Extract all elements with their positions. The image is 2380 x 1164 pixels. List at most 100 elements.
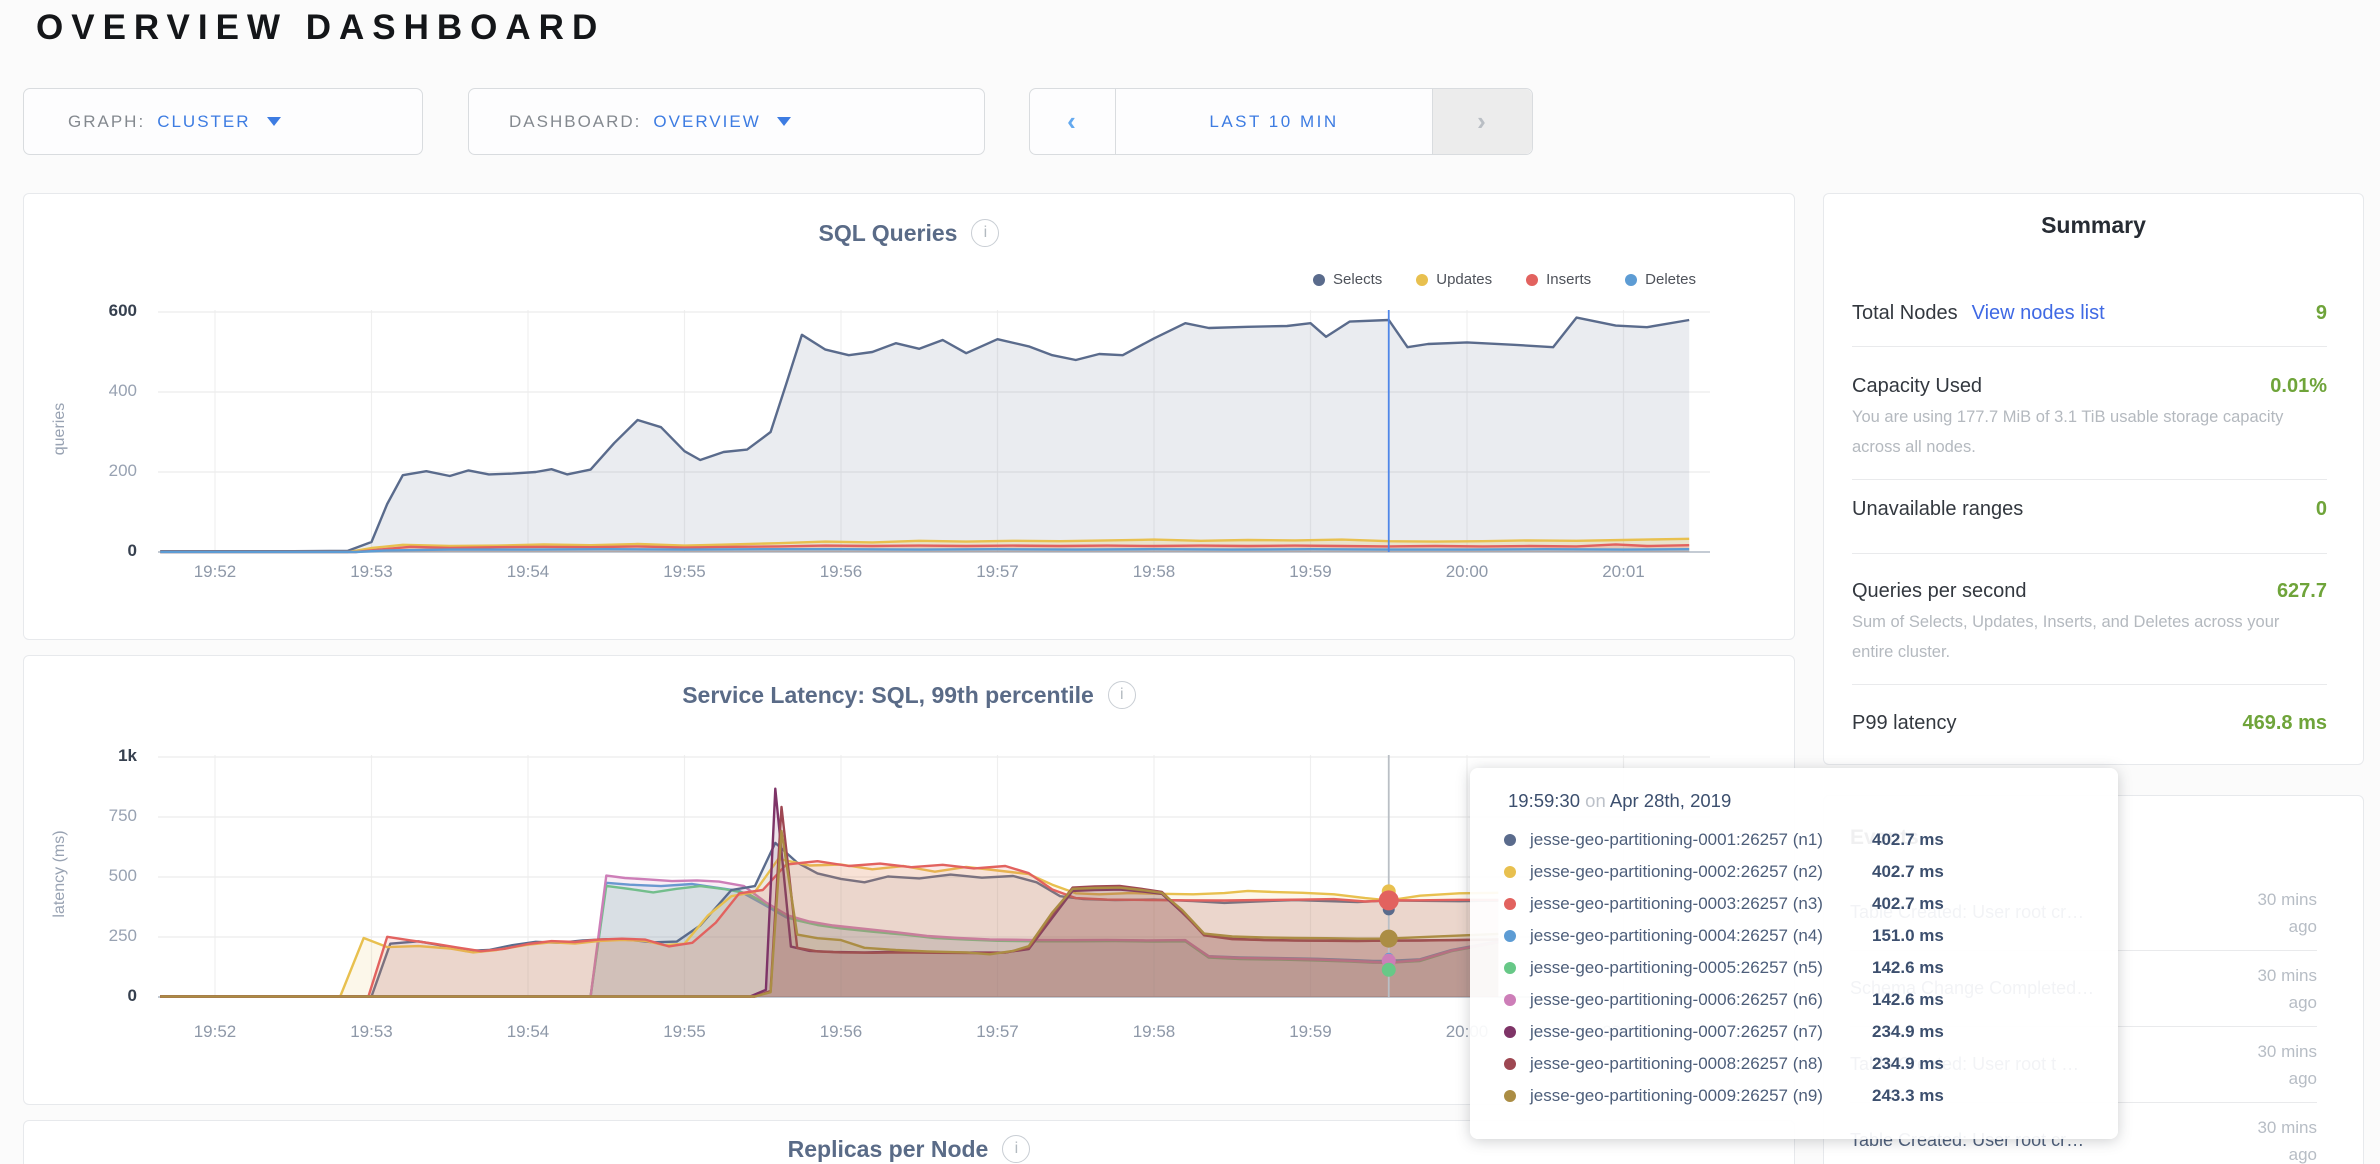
legend-item-selects[interactable]: Selects [1313, 271, 1382, 288]
node-name: jesse-geo-partitioning-0003:26257 (n3) [1530, 894, 1860, 914]
legend-dot-icon [1313, 274, 1325, 286]
tooltip-node-row: jesse-geo-partitioning-0002:26257 (n2) 40… [1504, 856, 2098, 888]
node-latency-value: 402.7 ms [1872, 830, 1944, 850]
legend-item-inserts[interactable]: Inserts [1526, 271, 1591, 288]
service-latency-title-row: Service Latency: SQL, 99th percentile i [24, 681, 1794, 709]
dashboard-dropdown-label: DASHBOARD: [509, 112, 641, 132]
x-axis-tick: 20:00 [1422, 562, 1512, 582]
legend-item-deletes[interactable]: Deletes [1625, 271, 1696, 288]
x-axis-tick: 19:53 [327, 1022, 417, 1042]
y-axis-tick: 500 [57, 866, 137, 886]
y-axis-tick: 400 [57, 381, 137, 401]
node-latency-value: 402.7 ms [1872, 894, 1944, 914]
y-axis-label: queries [51, 379, 69, 479]
node-latency-value: 402.7 ms [1872, 862, 1944, 882]
event-timestamp: 30 minsago [2257, 1038, 2317, 1092]
x-axis-tick: 19:52 [170, 1022, 260, 1042]
node-color-dot-icon [1504, 994, 1516, 1006]
x-axis-tick: 20:01 [1579, 562, 1669, 582]
legend-label: Inserts [1546, 271, 1591, 288]
info-icon[interactable]: i [1002, 1135, 1030, 1163]
legend-dot-icon [1526, 274, 1538, 286]
sql-queries-plot[interactable] [158, 310, 1710, 558]
view-nodes-list-link[interactable]: View nodes list [1972, 302, 2105, 325]
time-range-value[interactable]: LAST 10 MIN [1116, 89, 1432, 154]
page-title: OVERVIEW DASHBOARD [36, 8, 605, 48]
x-axis-tick: 19:59 [1266, 562, 1356, 582]
node-latency-value: 234.9 ms [1872, 1022, 1944, 1042]
legend-label: Selects [1333, 271, 1382, 288]
chevron-left-icon: ‹ [1067, 106, 1078, 137]
node-name: jesse-geo-partitioning-0001:26257 (n1) [1530, 830, 1860, 850]
capacity-used-value: 0.01% [2270, 375, 2327, 398]
qps-desc: Sum of Selects, Updates, Inserts, and De… [1852, 607, 2322, 667]
x-axis-tick: 19:56 [796, 1022, 886, 1042]
divider [1852, 346, 2327, 347]
y-axis-tick: 750 [57, 806, 137, 826]
chevron-down-icon [267, 117, 281, 126]
qps-value: 627.7 [2277, 580, 2327, 603]
summary-row-qps: Queries per second 627.7 [1852, 571, 2327, 611]
x-axis-tick: 19:54 [483, 562, 573, 582]
p99-latency-value: 469.8 ms [2242, 712, 2327, 735]
node-name: jesse-geo-partitioning-0009:26257 (n9) [1530, 1086, 1860, 1106]
summary-panel: Summary Total Nodes View nodes list 9 Ca… [1823, 193, 2364, 765]
info-icon[interactable]: i [1108, 681, 1136, 709]
x-axis-tick: 19:54 [483, 1022, 573, 1042]
node-name: jesse-geo-partitioning-0007:26257 (n7) [1530, 1022, 1860, 1042]
x-axis-tick: 19:57 [953, 562, 1043, 582]
node-color-dot-icon [1504, 834, 1516, 846]
divider [1852, 684, 2327, 685]
tooltip-node-row: jesse-geo-partitioning-0006:26257 (n6)14… [1504, 984, 2098, 1016]
graph-dropdown-value: CLUSTER [157, 112, 250, 132]
summary-row-unavailable: Unavailable ranges 0 [1852, 489, 2327, 529]
summary-row-capacity: Capacity Used 0.01% [1852, 366, 2327, 406]
chart-hover-tooltip: 19:59:30 on Apr 28th, 2019 jesse-geo-par… [1470, 768, 2118, 1139]
node-color-dot-icon [1504, 1026, 1516, 1038]
x-axis-tick: 19:59 [1266, 1022, 1356, 1042]
dashboard-dropdown[interactable]: DASHBOARD: OVERVIEW [468, 88, 985, 155]
event-timestamp: 30 minsago [2257, 886, 2317, 940]
legend-dot-icon [1416, 274, 1428, 286]
legend-label: Updates [1436, 271, 1492, 288]
y-axis-tick: 600 [57, 301, 137, 321]
node-latency-value: 151.0 ms [1872, 926, 1944, 946]
x-axis-tick: 19:57 [953, 1022, 1043, 1042]
tooltip-node-list: jesse-geo-partitioning-0001:26257 (n1) 40… [1504, 824, 2098, 1112]
tooltip-node-row: jesse-geo-partitioning-0003:26257 (n3) 40… [1504, 888, 2098, 920]
tooltip-node-row: jesse-geo-partitioning-0004:26257 (n4)15… [1504, 920, 2098, 952]
unavailable-ranges-label: Unavailable ranges [1852, 498, 2023, 521]
y-axis-tick: 0 [57, 541, 137, 561]
y-axis-tick: 250 [57, 926, 137, 946]
tooltip-node-row: jesse-geo-partitioning-0008:26257 (n8)23… [1504, 1048, 2098, 1080]
time-next-button[interactable]: › [1432, 89, 1532, 154]
x-axis-tick: 19:55 [640, 1022, 730, 1042]
node-name: jesse-geo-partitioning-0002:26257 (n2) [1530, 862, 1860, 882]
node-color-dot-icon [1504, 1090, 1516, 1102]
dashboard-page: OVERVIEW DASHBOARD GRAPH: CLUSTER DASHBO… [0, 0, 2380, 1164]
legend-label: Deletes [1645, 271, 1696, 288]
node-latency-value: 243.3 ms [1872, 1086, 1944, 1106]
info-icon[interactable]: i [971, 219, 999, 247]
x-axis-tick: 19:55 [640, 562, 730, 582]
time-range-selector: ‹ LAST 10 MIN › [1029, 88, 1533, 155]
y-axis-label: latency (ms) [51, 824, 69, 924]
tooltip-node-row: jesse-geo-partitioning-0009:26257 (n9) 24… [1504, 1080, 2098, 1112]
sql-queries-title: SQL Queries [819, 220, 958, 247]
legend-item-updates[interactable]: Updates [1416, 271, 1492, 288]
legend-dot-icon [1625, 274, 1637, 286]
node-color-dot-icon [1504, 1058, 1516, 1070]
service-latency-title: Service Latency: SQL, 99th percentile [682, 682, 1094, 709]
time-prev-button[interactable]: ‹ [1030, 89, 1116, 154]
y-axis-tick: 200 [57, 461, 137, 481]
replicas-title-row: Replicas per Node i [24, 1135, 1794, 1163]
chevron-right-icon: › [1477, 106, 1488, 137]
divider [1852, 479, 2327, 480]
x-axis-tick: 19:52 [170, 562, 260, 582]
y-axis-tick: 1k [57, 746, 137, 766]
replicas-title: Replicas per Node [788, 1136, 989, 1163]
qps-label: Queries per second [1852, 580, 2027, 603]
sql-queries-title-row: SQL Queries i [24, 219, 1794, 247]
graph-dropdown[interactable]: GRAPH: CLUSTER [23, 88, 423, 155]
x-axis-tick: 19:56 [796, 562, 886, 582]
